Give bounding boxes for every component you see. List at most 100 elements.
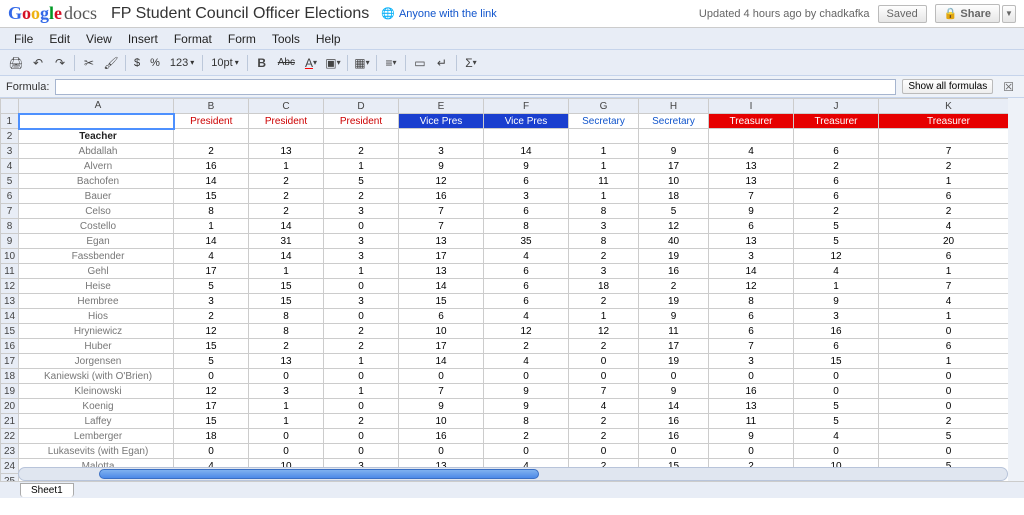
sheet-tab[interactable]: Sheet1 (20, 483, 74, 497)
cell[interactable]: 13 (709, 174, 794, 189)
cell[interactable] (709, 129, 794, 144)
row-header[interactable]: 8 (1, 219, 19, 234)
cell[interactable]: Gehl (19, 264, 174, 279)
cell[interactable]: 2 (484, 339, 569, 354)
cell[interactable]: 1 (249, 264, 324, 279)
cell[interactable]: 1 (249, 399, 324, 414)
cell[interactable]: 14 (639, 399, 709, 414)
cell[interactable]: 31 (249, 234, 324, 249)
cell[interactable]: 5 (324, 174, 399, 189)
menu-insert[interactable]: Insert (120, 30, 166, 48)
cell[interactable]: 17 (174, 264, 249, 279)
cell[interactable] (484, 129, 569, 144)
cell[interactable]: Heise (19, 279, 174, 294)
cell[interactable]: 6 (879, 249, 1019, 264)
cell[interactable]: 2 (249, 204, 324, 219)
cell[interactable] (174, 129, 249, 144)
col-header-E[interactable]: E (399, 99, 484, 114)
cell[interactable]: Alvern (19, 159, 174, 174)
cell[interactable]: 2 (794, 159, 879, 174)
cell[interactable]: 9 (639, 384, 709, 399)
select-all-corner[interactable] (1, 99, 19, 114)
cell[interactable]: 18 (569, 279, 639, 294)
menu-file[interactable]: File (6, 30, 41, 48)
cell[interactable]: Jorgensen (19, 354, 174, 369)
cell[interactable]: Treasurer (709, 114, 794, 129)
col-header-I[interactable]: I (709, 99, 794, 114)
cell[interactable]: 0 (399, 444, 484, 459)
borders-icon[interactable]: ▦▾ (352, 53, 372, 73)
cell[interactable]: Hryniewicz (19, 324, 174, 339)
font-size[interactable]: 10pt▾ (207, 57, 242, 69)
cell[interactable]: 2 (569, 414, 639, 429)
cell[interactable]: 0 (249, 444, 324, 459)
cell[interactable]: 0 (324, 399, 399, 414)
cell[interactable]: Teacher (19, 129, 174, 144)
cell[interactable]: 16 (709, 384, 794, 399)
cell[interactable]: 6 (709, 309, 794, 324)
cell[interactable]: 6 (709, 324, 794, 339)
cell[interactable]: 17 (639, 339, 709, 354)
cell[interactable]: 3 (569, 219, 639, 234)
cell[interactable]: 6 (794, 339, 879, 354)
cell[interactable]: 4 (569, 399, 639, 414)
col-header-K[interactable]: K (879, 99, 1019, 114)
bold-button[interactable]: B (252, 53, 272, 73)
cell[interactable]: 6 (794, 144, 879, 159)
cell[interactable]: 4 (879, 294, 1019, 309)
cell[interactable]: 2 (569, 249, 639, 264)
cell[interactable]: 15 (794, 354, 879, 369)
formula-input[interactable] (55, 79, 896, 95)
cell[interactable]: 10 (639, 174, 709, 189)
cell[interactable]: 19 (639, 294, 709, 309)
row-header[interactable]: 24 (1, 459, 19, 474)
cell[interactable]: 19 (639, 249, 709, 264)
cell[interactable]: 35 (484, 234, 569, 249)
cell[interactable]: Celso (19, 204, 174, 219)
cell[interactable] (639, 129, 709, 144)
share-dropdown[interactable]: ▼ (1002, 5, 1016, 23)
cell[interactable]: 5 (794, 219, 879, 234)
cell[interactable] (794, 129, 879, 144)
cell[interactable]: 7 (709, 339, 794, 354)
cell[interactable]: President (174, 114, 249, 129)
cell[interactable]: 12 (709, 279, 794, 294)
share-visibility[interactable]: 🌐 Anyone with the link (381, 7, 497, 20)
text-color-icon[interactable]: A▾ (301, 53, 321, 73)
cell[interactable]: 6 (484, 174, 569, 189)
row-header[interactable]: 11 (1, 264, 19, 279)
cell[interactable]: 2 (249, 339, 324, 354)
cell[interactable]: 16 (399, 429, 484, 444)
cell[interactable]: 20 (879, 234, 1019, 249)
share-button[interactable]: 🔒 Share (935, 4, 1000, 23)
cell[interactable]: 18 (639, 189, 709, 204)
cell[interactable]: 7 (879, 279, 1019, 294)
show-all-formulas-button[interactable]: Show all formulas (902, 79, 993, 94)
cell[interactable]: 6 (484, 294, 569, 309)
vertical-scrollbar[interactable] (1008, 98, 1024, 481)
cell[interactable]: 15 (249, 294, 324, 309)
cell[interactable]: 6 (399, 309, 484, 324)
cut-icon[interactable]: ✂ (79, 53, 99, 73)
cell[interactable]: Bachofen (19, 174, 174, 189)
cell[interactable]: Hios (19, 309, 174, 324)
cell[interactable]: 2 (174, 309, 249, 324)
cell[interactable]: 15 (174, 189, 249, 204)
cell[interactable]: 3 (249, 384, 324, 399)
cell[interactable]: 5 (879, 429, 1019, 444)
cell[interactable]: 0 (324, 429, 399, 444)
cell[interactable]: 13 (399, 264, 484, 279)
cell[interactable]: 13 (709, 159, 794, 174)
cell[interactable] (399, 129, 484, 144)
row-header[interactable]: 6 (1, 189, 19, 204)
cell[interactable]: 18 (174, 429, 249, 444)
cell[interactable]: Bauer (19, 189, 174, 204)
menu-edit[interactable]: Edit (41, 30, 78, 48)
cell[interactable]: Costello (19, 219, 174, 234)
cell[interactable]: 3 (174, 294, 249, 309)
cell[interactable]: 2 (324, 339, 399, 354)
cell[interactable]: 40 (639, 234, 709, 249)
cell[interactable]: 17 (174, 399, 249, 414)
cell[interactable]: 6 (879, 189, 1019, 204)
cell[interactable]: 4 (794, 264, 879, 279)
